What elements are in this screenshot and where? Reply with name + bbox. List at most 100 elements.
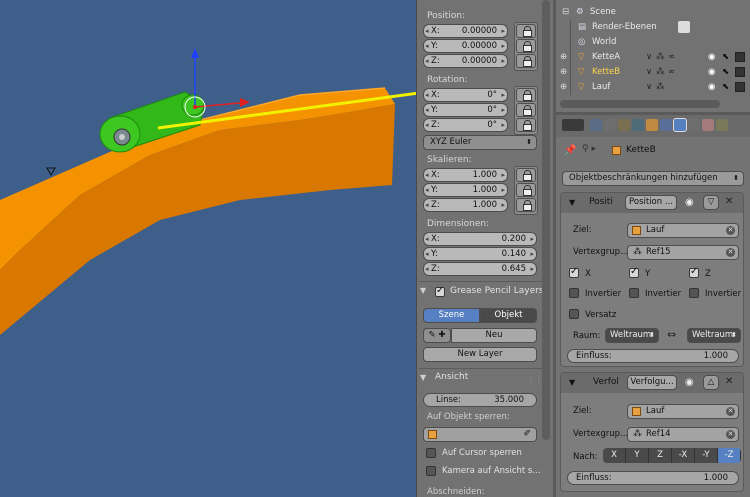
expand-icon[interactable]: ⊕	[560, 80, 567, 95]
pin-icon[interactable]: 📌	[564, 145, 576, 156]
arrow-left-icon[interactable]: ◂	[425, 89, 429, 101]
data-tab-icon[interactable]	[688, 119, 700, 131]
lock-cursor-checkbox[interactable]	[426, 448, 436, 458]
to-axis-neg-x-button[interactable]: -X	[672, 448, 695, 463]
outliner-item[interactable]: ◎ World	[556, 35, 750, 50]
grip-icon[interactable]: ⋮⋮	[527, 375, 543, 384]
lock-icon[interactable]	[516, 39, 536, 53]
constraints-tab-icon[interactable]	[660, 119, 672, 131]
dimension-z-field[interactable]: ◂ Z: 0.645 ▸	[423, 262, 537, 276]
lock-icon[interactable]	[516, 54, 536, 68]
arrow-right-icon[interactable]: ▸	[530, 248, 534, 260]
arrow-right-icon[interactable]: ▸	[501, 104, 505, 116]
arrow-right-icon[interactable]: ▸	[530, 263, 534, 275]
position-y-field[interactable]: ◂ Y: 0.00000 ▸	[423, 39, 508, 53]
vgroup-field[interactable]: ⁂ Ref14 ✕	[627, 427, 739, 442]
target-field[interactable]: Lauf ✕	[627, 223, 739, 238]
arrow-right-icon[interactable]: ▸	[501, 184, 505, 196]
arrow-left-icon[interactable]: ◂	[425, 119, 429, 131]
camera-icon[interactable]	[735, 52, 745, 62]
new-button[interactable]: Neu	[451, 328, 537, 343]
3d-viewport[interactable]	[0, 0, 416, 497]
lock-icon[interactable]	[516, 103, 536, 117]
tab-object[interactable]: Objekt	[480, 308, 537, 323]
modifier-tab-icon[interactable]	[673, 118, 687, 132]
add-constraint-select[interactable]: Objektbeschränkungen hinzufügen ⬍	[562, 171, 744, 186]
cursor-icon[interactable]: ⬉	[722, 50, 729, 65]
outliner-scene-row[interactable]: ⊟ ⚙ Scene	[556, 5, 750, 20]
arrow-right-icon[interactable]: ▸	[501, 119, 505, 131]
collapse-arrow-icon[interactable]: ▼	[420, 373, 426, 382]
arrow-left-icon[interactable]: ◂	[425, 184, 429, 196]
scene-tab-icon[interactable]	[618, 119, 630, 131]
sidebar-scrollbar[interactable]	[542, 0, 550, 440]
outliner-item[interactable]: ▤ Render-Ebenen	[556, 20, 750, 35]
close-icon[interactable]: ✕	[725, 196, 733, 207]
lock-icon[interactable]	[516, 24, 536, 38]
collapse-arrow-icon[interactable]: ▼	[569, 378, 575, 387]
outliner-item[interactable]: ⊕ ▽ Lauf ∨ ⁂ ◉ ⬉	[556, 80, 750, 95]
invert-x-checkbox[interactable]	[569, 288, 579, 298]
camera-icon[interactable]	[735, 82, 745, 92]
arrow-right-icon[interactable]: ▸	[530, 233, 534, 245]
target-field[interactable]: Lauf ✕	[627, 404, 739, 419]
to-axis-neg-z-button[interactable]: -Z	[718, 448, 741, 463]
axis-y-checkbox[interactable]	[629, 266, 639, 278]
grease-pencil-checkbox[interactable]	[435, 285, 445, 297]
dimension-x-field[interactable]: ◂ X: 0.200 ▸	[423, 232, 537, 246]
target-space-select[interactable]: Weltraum ⬍	[687, 328, 741, 343]
arrow-left-icon[interactable]: ◂	[425, 263, 429, 275]
arrow-right-icon[interactable]: ▸	[501, 55, 505, 67]
arrow-right-icon[interactable]: ▸	[501, 169, 505, 181]
axis-z-checkbox[interactable]	[689, 266, 699, 278]
arrow-left-icon[interactable]: ◂	[425, 55, 429, 67]
constraint-type-button[interactable]: Position ...	[625, 195, 677, 210]
arrow-left-icon[interactable]: ◂	[425, 233, 429, 245]
collapse-arrow-icon[interactable]: ▼	[569, 198, 575, 207]
arrow-left-icon[interactable]: ◂	[425, 40, 429, 52]
arrow-left-icon[interactable]: ◂	[425, 169, 429, 181]
layers-tab-icon[interactable]	[604, 119, 616, 131]
offset-checkbox[interactable]	[569, 309, 579, 319]
arrow-right-icon[interactable]: ▸	[501, 25, 505, 37]
constraint-type-button[interactable]: Verfolgu...	[627, 375, 677, 390]
tab-scene[interactable]: Szene	[423, 308, 480, 323]
clear-icon[interactable]: ✕	[726, 430, 735, 439]
expand-icon[interactable]: ⊕	[560, 50, 567, 65]
outliner-item[interactable]: ⊕ ▽ KetteA ∨ ⁂ ∞ ◉ ⬉	[556, 50, 750, 65]
lens-field[interactable]: Linse: 35.000	[423, 393, 537, 407]
close-icon[interactable]: ✕	[725, 376, 733, 387]
cursor-icon[interactable]: ⬉	[722, 80, 729, 95]
lock-icon[interactable]	[516, 118, 536, 132]
influence-slider[interactable]: Einfluss: 1.000	[567, 471, 739, 485]
arrow-left-icon[interactable]: ◂	[425, 248, 429, 260]
scale-x-field[interactable]: ◂ X: 1.000 ▸	[423, 168, 508, 182]
invert-y-checkbox[interactable]	[629, 288, 639, 298]
lock-object-field[interactable]: ✐	[423, 427, 537, 442]
invert-z-checkbox[interactable]	[689, 288, 699, 298]
move-down-icon[interactable]: ▽	[703, 195, 719, 210]
collapse-icon[interactable]: ⊟	[562, 5, 569, 20]
arrow-left-icon[interactable]: ◂	[425, 25, 429, 37]
position-x-field[interactable]: ◂ X: 0.00000 ▸	[423, 24, 508, 38]
lock-icon[interactable]	[516, 183, 536, 197]
vgroup-field[interactable]: ⁂ Ref15 ✕	[627, 245, 739, 260]
position-z-field[interactable]: ◂ Z: 0.00000 ▸	[423, 54, 508, 68]
axis-x-checkbox[interactable]	[569, 266, 579, 278]
to-axis-neg-y-button[interactable]: -Y	[695, 448, 718, 463]
clear-icon[interactable]: ✕	[726, 226, 735, 235]
lock-camera-checkbox[interactable]	[426, 466, 436, 476]
arrow-right-icon[interactable]: ▸	[501, 40, 505, 52]
expand-icon[interactable]: ⊕	[560, 65, 567, 80]
to-axis-y-button[interactable]: Y	[626, 448, 649, 463]
arrow-left-icon[interactable]: ◂	[425, 104, 429, 116]
constraint-name[interactable]: Verfol	[593, 377, 619, 387]
eye-icon[interactable]: ◉	[708, 50, 715, 65]
to-axis-z-button[interactable]: Z	[649, 448, 672, 463]
clear-icon[interactable]: ✕	[726, 248, 735, 257]
camera-icon[interactable]	[735, 67, 745, 77]
arrow-right-icon[interactable]: ▸	[501, 199, 505, 211]
lock-icon[interactable]	[516, 198, 536, 212]
collapse-arrow-icon[interactable]: ▼	[420, 286, 426, 295]
outliner-scrollbar[interactable]	[560, 100, 720, 108]
